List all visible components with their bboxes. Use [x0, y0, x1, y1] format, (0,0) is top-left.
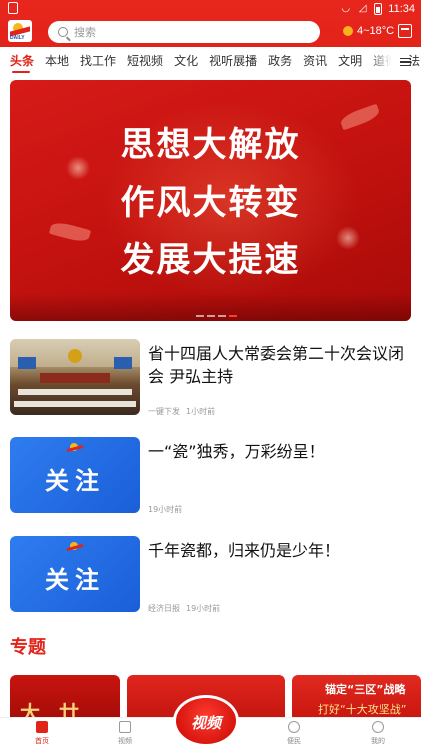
thumb-desk — [18, 389, 132, 395]
banner-line-3: 发展大提速 — [120, 240, 301, 280]
carousel-dots — [196, 315, 237, 317]
carousel-dot[interactable] — [218, 315, 226, 317]
category-tabs: 头条本地找工作短视频文化视听展播政务资讯文明道德法 — [0, 47, 421, 75]
carousel-dot[interactable] — [196, 315, 204, 317]
news-item[interactable]: 关注 千年瓷都，归来仍是少年！ 经济日报 19小时前 — [10, 536, 411, 616]
weather-widget[interactable]: 4~18°C — [343, 25, 394, 37]
tab-5[interactable]: 视听展播 — [209, 53, 257, 69]
thumb-stage — [40, 373, 110, 383]
news-thumbnail: 关注 — [10, 437, 140, 513]
tab-1[interactable]: 本地 — [45, 53, 69, 69]
topic-line-1: 锚定“三区”战略 — [325, 683, 406, 696]
thumb-desk — [14, 401, 136, 407]
menu-icon[interactable] — [400, 58, 411, 66]
news-meta: 经济日报 19小时前 — [148, 603, 220, 614]
nav-service-label: 便民 — [287, 737, 301, 745]
carousel-dot-active[interactable] — [229, 315, 237, 317]
news-source: 一键下发 — [148, 407, 180, 416]
news-title: 千年瓷都，归来仍是少年！ — [148, 541, 341, 560]
tab-0[interactable]: 头条 — [10, 53, 34, 69]
logo-icon — [67, 542, 83, 552]
news-item[interactable]: 关注 一“瓷”独秀，万彩纷呈！ 19小时前 — [10, 437, 411, 517]
search-placeholder: 搜索 — [74, 26, 96, 39]
tab-7[interactable]: 资讯 — [303, 53, 327, 69]
news-title: 省十四届人大常委会第二十次会议闭会 尹弘主持 — [148, 344, 405, 386]
thumb-text: 关注 — [45, 566, 105, 594]
tab-8[interactable]: 文明 — [338, 53, 362, 69]
topic-line-2: 打好“十大攻坚战” — [318, 703, 407, 716]
app-header: ◡ ◿ 11:34 DAILY 搜索 4~18°C — [0, 0, 421, 47]
battery-icon — [374, 2, 383, 15]
banner-line-2: 作风大转变 — [120, 183, 301, 223]
news-meta: 19小时前 — [148, 504, 182, 515]
status-bar: ◡ ◿ 11:34 — [0, 0, 421, 17]
center-button-label: 视频 — [190, 714, 221, 732]
nav-home-label: 首页 — [35, 737, 49, 745]
thumb-text: 关注 — [45, 467, 105, 495]
news-time: 1小时前 — [186, 407, 216, 416]
topic-card[interactable]: 锚定“三区”战略 打好“十大攻坚战” — [292, 675, 421, 720]
tab-2[interactable]: 找工作 — [80, 53, 116, 69]
search-bar[interactable]: 搜索 — [48, 21, 320, 43]
status-time: 11:34 — [388, 2, 415, 15]
national-emblem-icon — [68, 349, 82, 363]
center-video-button[interactable]: 视频 — [176, 698, 236, 744]
news-thumbnail — [10, 339, 140, 415]
nav-home[interactable]: 首页 — [22, 721, 62, 746]
news-title: 一“瓷”独秀，万彩纷呈！ — [148, 442, 325, 461]
tab-4[interactable]: 文化 — [174, 53, 198, 69]
logo-text: DAILY — [10, 35, 25, 41]
news-thumbnail: 关注 — [10, 536, 140, 612]
nav-video-label: 视频 — [118, 737, 132, 745]
news-meta: 一键下发 1小时前 — [148, 406, 215, 417]
calendar-icon[interactable] — [398, 24, 412, 38]
hero-banner[interactable]: 思想大解放 作风大转变 发展大提速 — [10, 80, 411, 321]
news-time: 19小时前 — [148, 505, 183, 514]
wifi-icon: ◡ — [341, 3, 351, 14]
banner-line-1: 思想大解放 — [120, 125, 301, 165]
search-icon — [58, 27, 68, 37]
nav-mine[interactable]: 我的 — [358, 721, 398, 746]
video-icon — [119, 721, 131, 733]
news-item[interactable]: 省十四届人大常委会第二十次会议闭会 尹弘主持 一键下发 1小时前 — [10, 339, 411, 419]
news-time: 19小时前 — [186, 604, 221, 613]
section-title: 专题 — [10, 637, 46, 658]
notification-icon — [8, 2, 18, 14]
sunny-icon — [343, 26, 353, 36]
topic-card[interactable]: 大 廿 不 — [10, 675, 120, 720]
nav-service[interactable]: 便民 — [274, 721, 314, 746]
signal-icon: ◿ — [358, 3, 367, 14]
logo-icon — [67, 443, 83, 453]
home-icon — [36, 721, 48, 733]
nav-video[interactable]: 视频 — [105, 721, 145, 746]
status-icons: ◡ ◿ 11:34 — [340, 1, 415, 16]
nav-mine-label: 我的 — [371, 737, 385, 745]
tab-3[interactable]: 短视频 — [127, 53, 163, 69]
app-logo[interactable]: DAILY — [8, 20, 32, 42]
tabs-fade — [368, 47, 398, 75]
profile-icon — [372, 721, 384, 733]
active-tab-indicator — [12, 71, 30, 73]
weather-temperature: 4~18°C — [357, 25, 395, 37]
service-icon — [288, 721, 300, 733]
screen-icon — [18, 357, 36, 369]
carousel-dot[interactable] — [207, 315, 215, 317]
screen-icon — [114, 357, 132, 369]
tab-6[interactable]: 政务 — [268, 53, 292, 69]
news-source: 经济日报 — [148, 604, 180, 613]
tab-row: 头条本地找工作短视频文化视听展播政务资讯文明道德法 — [10, 53, 420, 69]
